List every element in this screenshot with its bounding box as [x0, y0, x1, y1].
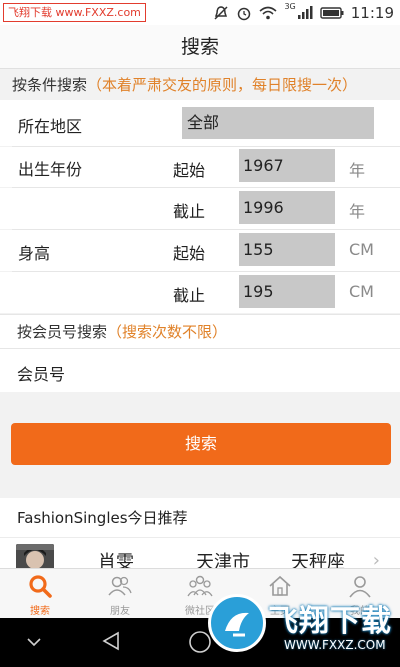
height-label: 身高	[18, 244, 51, 263]
recommend-name: 肖雯	[98, 552, 134, 568]
recommend-sign: 天秤座	[291, 552, 345, 568]
tab-label: 朋友	[110, 606, 130, 617]
location-row: 所在地区 全部	[0, 100, 400, 146]
watermark-logo-url: WWW.FXXZ.COM	[284, 638, 386, 652]
height-end-unit: CM	[349, 282, 374, 301]
network-type-label: 3G	[284, 2, 296, 11]
battery-icon	[320, 6, 344, 19]
chevron-down-icon[interactable]	[26, 636, 42, 648]
birth-year-start-unit: 年	[349, 161, 366, 180]
tab-friends[interactable]: 朋友	[80, 569, 160, 618]
height-start-row: 身高 起始 155 CM	[0, 230, 400, 271]
clock: 11:19	[350, 3, 394, 22]
search-icon	[29, 575, 52, 598]
birth-year-end-row: 截止 1996 年	[0, 188, 400, 229]
condition-search-header: 按条件搜索（本着严肃交友的原则，每日限搜一次）	[0, 70, 400, 100]
friends-icon	[108, 576, 132, 596]
location-select[interactable]: 全部	[182, 107, 374, 139]
avatar	[16, 544, 54, 568]
member-search-note: （搜索次数不限）	[107, 323, 228, 341]
recommend-city: 天津市	[196, 552, 250, 568]
condition-search-heading: 按条件搜索	[12, 76, 88, 94]
recommend-heading: FashionSingles今日推荐	[0, 498, 400, 538]
birth-year-start-input[interactable]: 1967	[239, 149, 335, 182]
tab-search[interactable]: 搜索	[0, 569, 80, 618]
search-button[interactable]: 搜索	[11, 423, 391, 465]
chevron-right-icon: ›	[372, 550, 380, 568]
watermark-banner: 飞翔下载 www.FXXZ.com	[3, 3, 146, 22]
member-number-row[interactable]: 会员号	[0, 348, 400, 392]
height-end-label: 截止	[173, 286, 206, 305]
birth-year-end-input[interactable]: 1996	[239, 191, 335, 224]
location-label: 所在地区	[18, 117, 83, 136]
member-number-label: 会员号	[17, 365, 66, 384]
height-end-row: 截止 195 CM	[0, 272, 400, 313]
condition-search-note: （本着严肃交友的原则，每日限搜一次）	[87, 76, 358, 94]
page-title: 搜索	[0, 25, 400, 69]
watermark-logo-icon	[208, 594, 266, 652]
birth-year-end-unit: 年	[349, 202, 366, 221]
member-search-header: 按会员号搜索（搜索次数不限）	[0, 314, 400, 348]
back-icon[interactable]	[100, 630, 122, 652]
tab-label: 搜索	[30, 606, 50, 617]
wifi-icon	[259, 6, 277, 19]
alarm-icon	[238, 7, 251, 20]
status-bar: 飞翔下载 www.FXXZ.com 3G 11:19	[0, 0, 400, 25]
height-start-label: 起始	[173, 244, 206, 263]
height-end-input[interactable]: 195	[239, 275, 335, 308]
member-search-heading: 按会员号搜索	[17, 323, 108, 341]
signal-icon	[297, 5, 313, 19]
status-icons: 3G 11:19	[213, 2, 394, 23]
watermark-logo-text: 飞翔下载	[268, 604, 392, 639]
recommend-list-item[interactable]: 肖雯 天津市 天秤座 ›	[0, 538, 400, 568]
birth-year-start-row: 出生年份 起始 1967 年	[0, 147, 400, 187]
watermark-logo: 飞翔下载 WWW.FXXZ.COM	[208, 590, 398, 664]
height-start-input[interactable]: 155	[239, 233, 335, 266]
silent-icon	[214, 5, 228, 20]
birth-year-start-label: 起始	[173, 161, 206, 180]
birth-year-label: 出生年份	[18, 160, 83, 179]
height-start-unit: CM	[349, 240, 374, 259]
birth-year-end-label: 截止	[173, 202, 206, 221]
